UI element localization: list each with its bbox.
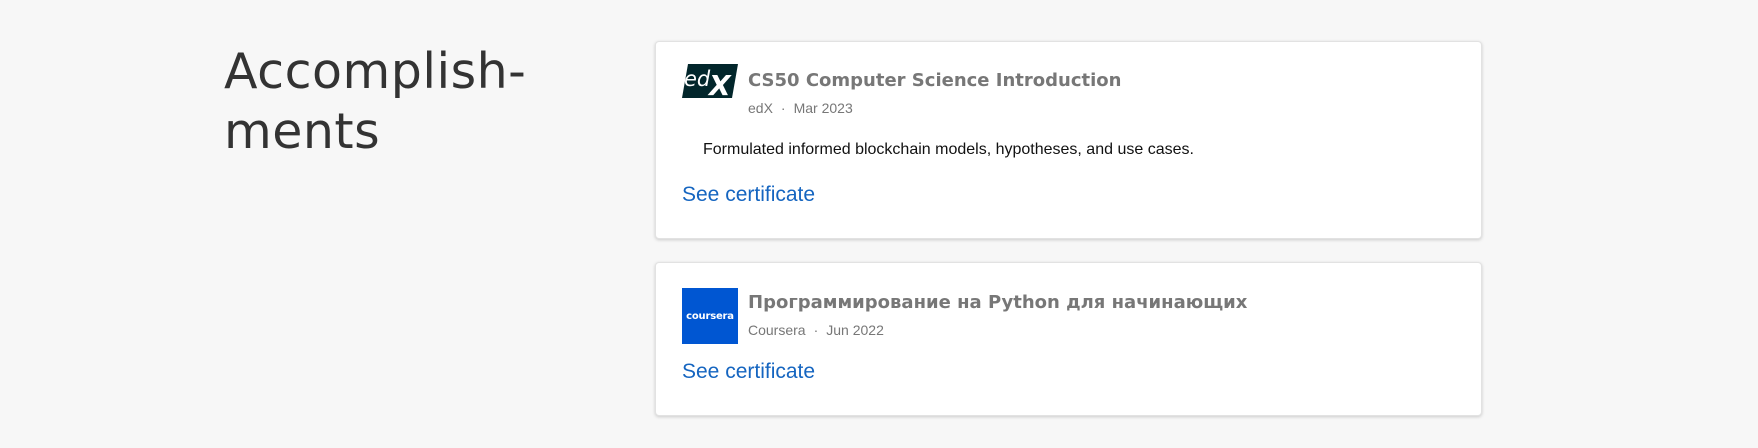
certificate-card-edx: e ed X CS50 Computer Science Introductio… xyxy=(655,41,1482,239)
svg-text:X: X xyxy=(707,69,732,98)
certificate-meta: edX · Mar 2023 xyxy=(748,100,853,116)
edx-logo-icon: e ed X xyxy=(682,64,738,98)
meta-separator: · xyxy=(780,100,786,116)
coursera-logo-icon: coursera xyxy=(682,288,738,344)
certificate-title: CS50 Computer Science Introduction xyxy=(748,70,1122,91)
certificate-card-coursera: coursera Программирование на Python для … xyxy=(655,262,1482,416)
certificate-meta: Coursera · Jun 2022 xyxy=(748,322,884,338)
certificate-issuer: edX xyxy=(748,100,773,116)
certificate-description: Formulated informed blockchain models, h… xyxy=(703,141,1194,158)
see-certificate-link[interactable]: See certificate xyxy=(682,183,815,207)
certificate-title: Программирование на Python для начинающи… xyxy=(748,292,1248,313)
certificate-issuer: Coursera xyxy=(748,322,806,338)
section-title: Accomplish- ments xyxy=(224,43,527,160)
see-certificate-link[interactable]: See certificate xyxy=(682,360,815,384)
meta-separator: · xyxy=(813,322,819,338)
certificate-date: Jun 2022 xyxy=(826,322,884,338)
certificate-date: Mar 2023 xyxy=(793,100,853,116)
coursera-logo-text: coursera xyxy=(686,310,734,322)
svg-text:ed: ed xyxy=(684,67,711,91)
